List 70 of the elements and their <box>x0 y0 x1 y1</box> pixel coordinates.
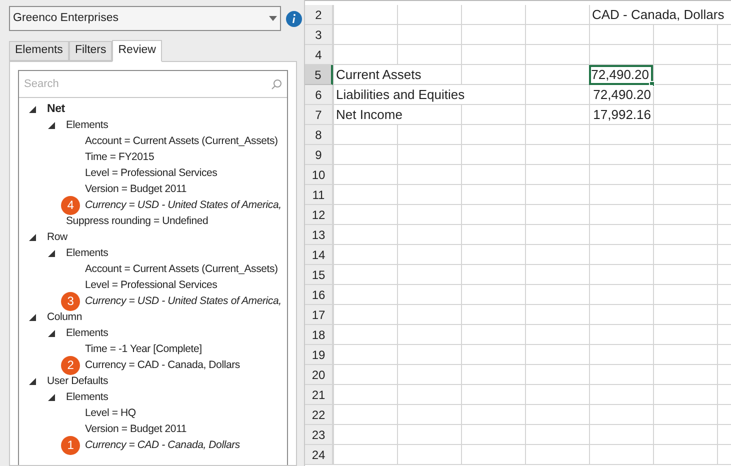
tree-item[interactable]: Time = FY2015 <box>85 149 154 165</box>
tree-item[interactable]: Version = Budget 2011 <box>85 181 187 197</box>
source-dropdown[interactable]: Greenco Enterprises <box>9 6 281 31</box>
tab[interactable]: Elements <box>9 41 69 61</box>
row-header[interactable]: 6 <box>305 85 333 105</box>
row-header[interactable]: 23 <box>305 425 333 445</box>
tree-item[interactable]: Account = Current Assets (Current_Assets) <box>85 261 278 277</box>
number-cell: 72,490.20 <box>589 65 653 85</box>
callout-badge: 1 <box>61 436 80 454</box>
collapse-icon[interactable] <box>48 122 55 128</box>
text-cell: Liabilities and Equities <box>334 85 467 104</box>
info-icon[interactable] <box>286 10 302 26</box>
row-header[interactable]: 7 <box>305 105 333 125</box>
row-header[interactable]: 14 <box>305 245 333 265</box>
text-cell: Current Assets <box>334 65 424 84</box>
collapse-icon[interactable] <box>29 234 36 240</box>
tab[interactable]: Review <box>112 40 162 62</box>
text-cell: CAD - Canada, Dollars <box>590 5 726 24</box>
tree-item[interactable]: Elements <box>66 117 108 133</box>
tree-item[interactable]: Net <box>47 101 65 117</box>
row-header[interactable]: 22 <box>305 405 333 425</box>
row-header[interactable]: 24 <box>305 445 333 465</box>
tree-item[interactable]: Time = -1 Year [Complete] <box>85 341 202 357</box>
row-header[interactable]: 18 <box>305 325 333 345</box>
row-header[interactable]: 2 <box>305 5 333 25</box>
tree-item[interactable]: Currency = USD - United States of America, <box>85 197 282 213</box>
tree-item[interactable]: Level = Professional Services <box>85 165 218 181</box>
row-header[interactable]: 8 <box>305 125 333 145</box>
tree-item[interactable]: Suppress rounding = Undefined <box>66 213 208 229</box>
row-header[interactable]: 15 <box>305 265 333 285</box>
row-header[interactable]: 20 <box>305 365 333 385</box>
row-header[interactable]: 19 <box>305 345 333 365</box>
tree-item[interactable]: Currency = USD - United States of America, <box>85 293 282 309</box>
tree-item[interactable]: Level = HQ <box>85 405 136 421</box>
row-header[interactable]: 13 <box>305 225 333 245</box>
row-header[interactable]: 21 <box>305 385 333 405</box>
tree-item[interactable]: Elements <box>66 325 108 341</box>
tree-item[interactable]: Version = Budget 2011 <box>85 421 187 437</box>
row-header[interactable]: 16 <box>305 285 333 305</box>
tree-item[interactable]: Level = Professional Services <box>85 277 218 293</box>
collapse-icon[interactable] <box>48 394 55 400</box>
collapse-icon[interactable] <box>29 106 36 112</box>
row-header[interactable]: 11 <box>305 185 333 205</box>
tree-item[interactable]: Account = Current Assets (Current_Assets) <box>85 133 278 149</box>
callout-badge: 4 <box>61 196 80 214</box>
row-header[interactable]: 5 <box>305 65 333 85</box>
tab[interactable]: Filters <box>68 41 112 61</box>
tree-item[interactable]: Column <box>47 309 82 325</box>
collapse-icon[interactable] <box>48 330 55 336</box>
row-header[interactable]: 3 <box>305 25 333 45</box>
tree-item[interactable]: Currency = CAD - Canada, Dollars <box>85 357 240 373</box>
row-header[interactable]: 4 <box>305 45 333 65</box>
row-header[interactable]: 10 <box>305 165 333 185</box>
row-header[interactable]: 12 <box>305 205 333 225</box>
row-header[interactable]: 9 <box>305 145 333 165</box>
tree-item[interactable]: Elements <box>66 389 108 405</box>
collapse-icon[interactable] <box>48 250 55 256</box>
text-cell: Net Income <box>334 105 404 124</box>
dropdown-caret-icon <box>269 16 277 21</box>
collapse-icon[interactable] <box>29 314 36 320</box>
collapse-icon[interactable] <box>29 378 36 384</box>
tree-item[interactable]: Currency = CAD - Canada, Dollars <box>85 437 240 453</box>
tree-item[interactable]: Row <box>47 229 68 245</box>
search-icon <box>271 78 282 90</box>
tree-item[interactable]: User Defaults <box>47 373 108 389</box>
callout-badge: 2 <box>61 356 80 374</box>
row-header[interactable]: 17 <box>305 305 333 325</box>
tree-item[interactable]: Elements <box>66 245 108 261</box>
callout-badge: 3 <box>61 292 80 310</box>
search-field[interactable]: Search <box>24 76 271 92</box>
